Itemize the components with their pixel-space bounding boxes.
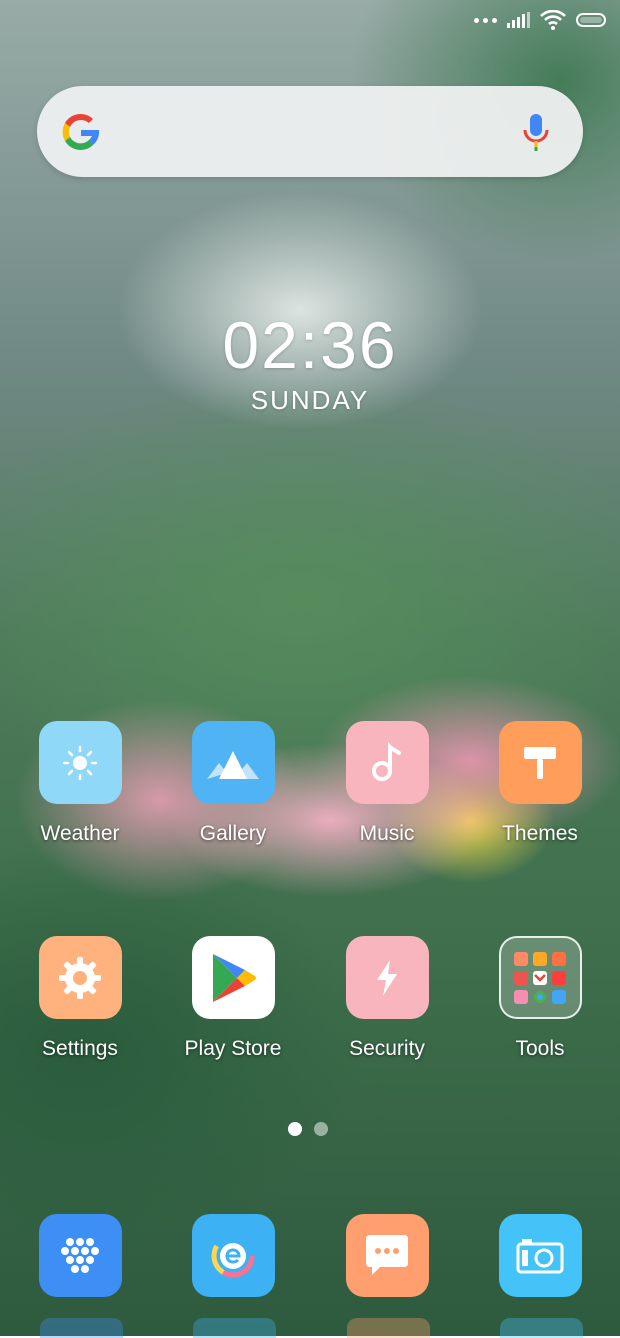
clock-day: SUNDAY xyxy=(250,385,370,415)
sun-icon xyxy=(38,721,122,804)
app-label: Security xyxy=(349,1037,425,1060)
app-settings[interactable]: Settings xyxy=(5,936,155,1061)
folder-icon xyxy=(498,936,582,1019)
play-store-icon xyxy=(191,936,275,1019)
battery-icon xyxy=(576,13,606,27)
browser-e-icon xyxy=(191,1214,275,1297)
google-search-bar[interactable] xyxy=(37,86,583,177)
dock-reflection xyxy=(40,1318,123,1338)
app-play-store[interactable]: Play Store xyxy=(158,936,308,1061)
app-label: Settings xyxy=(42,1037,118,1060)
dock-app-4[interactable] xyxy=(465,1214,615,1297)
dock-reflection xyxy=(347,1318,430,1338)
more-dots-icon xyxy=(474,17,497,23)
dock-app-1[interactable] xyxy=(5,1214,155,1297)
app-gallery[interactable]: Gallery xyxy=(158,721,308,846)
lightning-icon xyxy=(345,936,429,1019)
app-label: Tools xyxy=(515,1037,565,1060)
wifi-icon xyxy=(540,10,566,30)
honeycomb-icon xyxy=(38,1214,122,1297)
app-label: Gallery xyxy=(199,822,267,845)
page-indicator xyxy=(288,1122,328,1136)
app-label: Weather xyxy=(40,822,120,845)
app-label: Play Store xyxy=(184,1037,282,1060)
gear-icon xyxy=(38,936,122,1019)
app-music[interactable]: Music xyxy=(312,721,462,846)
page-dot[interactable] xyxy=(314,1122,328,1136)
message-bubble-icon xyxy=(345,1214,429,1297)
dock-reflection xyxy=(500,1318,583,1338)
dock-app-2[interactable] xyxy=(158,1214,308,1297)
app-themes[interactable]: Themes xyxy=(465,721,615,846)
status-bar xyxy=(474,10,606,30)
mountain-icon xyxy=(191,721,275,804)
camera-icon xyxy=(498,1214,582,1297)
google-g-icon xyxy=(62,113,100,150)
signal-icon xyxy=(507,12,530,28)
paint-roller-icon xyxy=(498,721,582,804)
app-weather[interactable]: Weather xyxy=(5,721,155,846)
clock-time: 02:36 xyxy=(222,308,398,382)
microphone-icon[interactable] xyxy=(521,110,551,154)
clock-widget[interactable]: 02:36 SUNDAY xyxy=(0,305,620,416)
app-label: Music xyxy=(359,822,415,845)
dock-reflection xyxy=(193,1318,276,1338)
page-dot-active[interactable] xyxy=(288,1122,302,1136)
app-tools-folder[interactable]: Tools xyxy=(465,936,615,1061)
app-label: Themes xyxy=(502,822,578,845)
music-note-icon xyxy=(345,721,429,804)
app-security[interactable]: Security xyxy=(312,936,462,1061)
dock-app-3[interactable] xyxy=(312,1214,462,1297)
